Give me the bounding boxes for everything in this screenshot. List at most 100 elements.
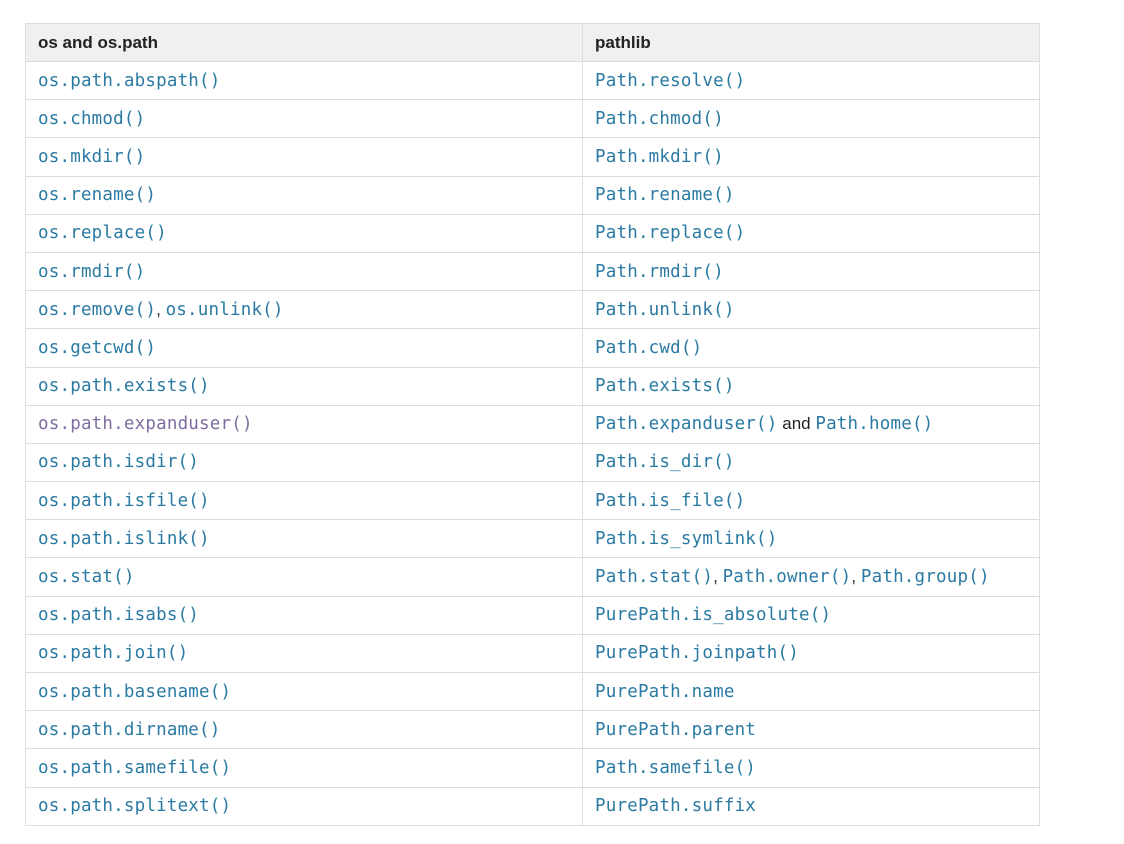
column-header-os: os and os.path <box>25 23 583 62</box>
function-link[interactable]: os.path.abspath() <box>38 71 221 91</box>
os-function-cell: os.replace() <box>25 213 583 253</box>
pathlib-function-cell: PurePath.name <box>582 671 1040 712</box>
function-link[interactable]: Path.rename() <box>595 185 735 205</box>
function-link[interactable]: os.remove() <box>38 300 156 320</box>
function-link[interactable]: Path.owner() <box>723 567 852 587</box>
function-link[interactable]: Path.stat() <box>595 567 713 587</box>
os-function-cell: os.stat() <box>25 557 583 597</box>
pathlib-function-cell: Path.is_file() <box>582 481 1040 521</box>
os-function-cell: os.path.basename() <box>25 671 583 712</box>
function-link[interactable]: PurePath.name <box>595 682 735 702</box>
function-link[interactable]: Path.group() <box>861 567 990 587</box>
function-link[interactable]: os.path.dirname() <box>38 720 221 740</box>
function-link[interactable]: os.unlink() <box>166 300 284 320</box>
pathlib-function-cell: Path.rename() <box>582 175 1040 215</box>
function-link[interactable]: os.path.isfile() <box>38 491 210 511</box>
pathlib-function-cell: Path.exists() <box>582 366 1040 406</box>
function-link[interactable]: Path.expanduser() <box>595 414 778 434</box>
table-row: os.path.islink() Path.is_symlink() <box>25 519 1040 559</box>
os-vs-pathlib-table: os and os.path pathlib os.path.abspath()… <box>25 23 1040 826</box>
table-row: os.replace() Path.replace() <box>25 213 1040 253</box>
column-header-pathlib: pathlib <box>582 23 1040 62</box>
os-function-cell: os.rename() <box>25 175 583 215</box>
table-row: os.path.splitext() PurePath.suffix <box>25 786 1040 826</box>
function-link[interactable]: Path.samefile() <box>595 758 756 778</box>
pathlib-function-cell: Path.resolve() <box>582 60 1040 101</box>
function-link[interactable]: PurePath.is_absolute() <box>595 605 831 625</box>
table-row: os.path.isdir() Path.is_dir() <box>25 442 1040 483</box>
pathlib-function-cell: PurePath.joinpath() <box>582 633 1040 674</box>
os-function-cell: os.path.exists() <box>25 366 583 406</box>
function-link[interactable]: PurePath.suffix <box>595 796 756 816</box>
function-link[interactable]: os.rmdir() <box>38 262 145 282</box>
pathlib-function-cell: Path.cwd() <box>582 328 1040 368</box>
table-row: os.path.dirname() PurePath.parent <box>25 710 1040 750</box>
os-function-cell: os.rmdir() <box>25 251 583 292</box>
function-link[interactable]: Path.rmdir() <box>595 262 724 282</box>
function-link[interactable]: os.chmod() <box>38 109 145 129</box>
function-link[interactable]: Path.is_symlink() <box>595 529 778 549</box>
os-function-cell: os.path.isfile() <box>25 481 583 521</box>
table-row: os.mkdir() Path.mkdir() <box>25 137 1040 177</box>
function-link[interactable]: os.path.isdir() <box>38 452 199 472</box>
function-link[interactable]: PurePath.parent <box>595 720 756 740</box>
function-link[interactable]: Path.home() <box>815 414 933 434</box>
function-link[interactable]: os.rename() <box>38 185 156 205</box>
pathlib-function-cell: Path.chmod() <box>582 99 1040 139</box>
function-link[interactable]: os.getcwd() <box>38 338 156 358</box>
table-body: os.path.abspath() Path.resolve() os.chmod(… <box>25 60 1040 826</box>
function-link[interactable]: Path.chmod() <box>595 109 724 129</box>
function-link[interactable]: os.path.expanduser() <box>38 414 253 434</box>
table-row: os.path.abspath() Path.resolve() <box>25 60 1040 101</box>
table-row: os.path.expanduser() Path.expanduser() an… <box>25 404 1040 444</box>
table-row: os.path.samefile() Path.samefile() <box>25 748 1040 788</box>
table-row: os.chmod() Path.chmod() <box>25 99 1040 139</box>
comparison-table-container: os and os.path pathlib os.path.abspath()… <box>25 23 1040 826</box>
pathlib-function-cell: Path.replace() <box>582 213 1040 253</box>
function-link[interactable]: os.path.exists() <box>38 376 210 396</box>
function-link[interactable]: os.path.isabs() <box>38 605 199 625</box>
function-link[interactable]: Path.is_dir() <box>595 452 735 472</box>
cell-separator-text: , <box>851 567 861 587</box>
pathlib-function-cell: Path.is_dir() <box>582 442 1040 483</box>
function-link[interactable]: Path.exists() <box>595 376 735 396</box>
function-link[interactable]: os.stat() <box>38 567 135 587</box>
pathlib-function-cell: PurePath.parent <box>582 710 1040 750</box>
function-link[interactable]: os.path.splitext() <box>38 796 231 816</box>
function-link[interactable]: os.path.basename() <box>38 682 231 702</box>
cell-separator-text: and <box>777 414 816 434</box>
function-link[interactable]: Path.cwd() <box>595 338 702 358</box>
table-row: os.rmdir() Path.rmdir() <box>25 251 1040 292</box>
os-function-cell: os.path.splitext() <box>25 786 583 826</box>
cell-separator-text: , <box>713 567 723 587</box>
function-link[interactable]: os.path.join() <box>38 643 188 663</box>
function-link[interactable]: os.replace() <box>38 223 167 243</box>
table-row: os.path.basename() PurePath.name <box>25 671 1040 712</box>
os-function-cell: os.path.isabs() <box>25 595 583 635</box>
function-link[interactable]: os.mkdir() <box>38 147 145 167</box>
function-link[interactable]: Path.resolve() <box>595 71 745 91</box>
function-link[interactable]: os.path.islink() <box>38 529 210 549</box>
pathlib-function-cell: Path.unlink() <box>582 290 1040 330</box>
pathlib-function-cell: PurePath.suffix <box>582 786 1040 826</box>
function-link[interactable]: os.path.samefile() <box>38 758 231 778</box>
table-row: os.path.isabs() PurePath.is_absolute() <box>25 595 1040 635</box>
function-link[interactable]: PurePath.joinpath() <box>595 643 799 663</box>
table-row: os.getcwd() Path.cwd() <box>25 328 1040 368</box>
function-link[interactable]: Path.unlink() <box>595 300 735 320</box>
pathlib-function-cell: Path.rmdir() <box>582 251 1040 292</box>
function-link[interactable]: Path.replace() <box>595 223 745 243</box>
function-link[interactable]: Path.is_file() <box>595 491 745 511</box>
os-function-cell: os.chmod() <box>25 99 583 139</box>
header-row: os and os.path pathlib <box>25 23 1040 62</box>
pathlib-function-cell: Path.samefile() <box>582 748 1040 788</box>
table-row: os.stat() Path.stat(), Path.owner(), Path… <box>25 557 1040 597</box>
table-header: os and os.path pathlib <box>25 23 1040 62</box>
table-row: os.path.isfile() Path.is_file() <box>25 481 1040 521</box>
cell-separator-text: , <box>156 299 166 319</box>
table-row: os.path.join() PurePath.joinpath() <box>25 633 1040 674</box>
os-function-cell: os.path.islink() <box>25 519 583 559</box>
os-function-cell: os.path.isdir() <box>25 442 583 483</box>
function-link[interactable]: Path.mkdir() <box>595 147 724 167</box>
os-function-cell: os.path.dirname() <box>25 710 583 750</box>
